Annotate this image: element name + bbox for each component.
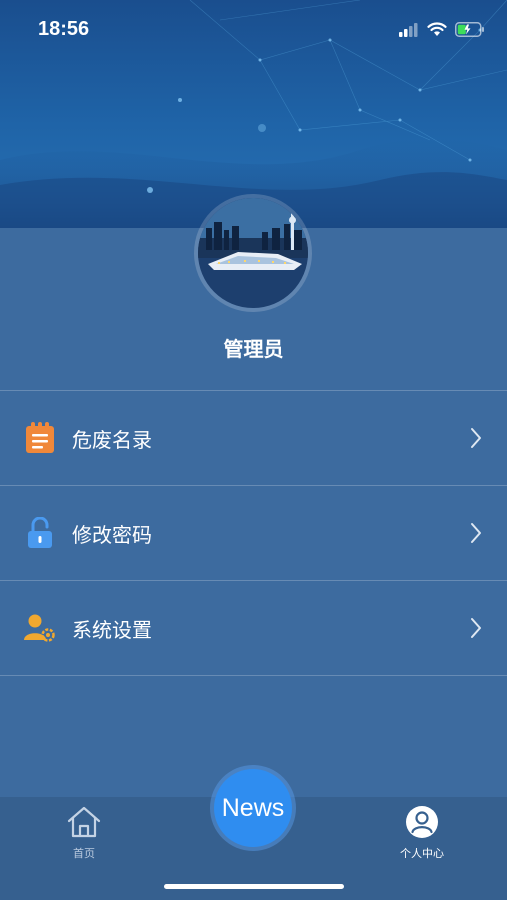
avatar[interactable] xyxy=(198,198,308,308)
avatar-city-image xyxy=(198,198,308,308)
menu-item-change-password[interactable]: 修改密码 xyxy=(0,486,507,580)
menu-item-system-settings[interactable]: 系统设置 xyxy=(0,581,507,675)
tab-profile[interactable]: 个人中心 xyxy=(377,805,467,861)
home-indicator xyxy=(164,884,344,889)
chevron-right-icon xyxy=(471,618,481,638)
menu-item-label: 危废名录 xyxy=(72,427,152,452)
status-icons xyxy=(399,22,485,37)
menu-item-label: 修改密码 xyxy=(72,522,152,547)
username: 管理员 xyxy=(223,337,284,361)
clipboard-icon xyxy=(24,422,56,454)
user-profile-icon xyxy=(406,806,438,838)
menu-item-label: 系统设置 xyxy=(72,617,152,642)
news-button[interactable]: News xyxy=(214,769,292,847)
avatar-ring[interactable] xyxy=(194,194,312,312)
menu-divider xyxy=(0,675,507,676)
unlock-icon xyxy=(24,517,56,549)
status-time: 18:56 xyxy=(38,18,90,40)
cellular-signal-icon xyxy=(399,22,418,37)
tab-home[interactable]: 首页 xyxy=(39,805,129,861)
home-icon xyxy=(67,806,101,838)
chevron-right-icon xyxy=(471,428,481,448)
menu-item-hazardous-waste-list[interactable]: 危废名录 xyxy=(0,391,507,485)
chevron-right-icon xyxy=(471,523,481,543)
user-settings-icon xyxy=(24,612,56,644)
battery-icon xyxy=(455,22,484,37)
status-bar: 18:56 xyxy=(0,0,507,60)
tab-home-label: 首页 xyxy=(73,847,95,860)
tab-profile-label: 个人中心 xyxy=(400,847,444,860)
menu-list: 危废名录 修改密码 系统设置 xyxy=(0,390,507,676)
wifi-icon xyxy=(427,22,447,36)
